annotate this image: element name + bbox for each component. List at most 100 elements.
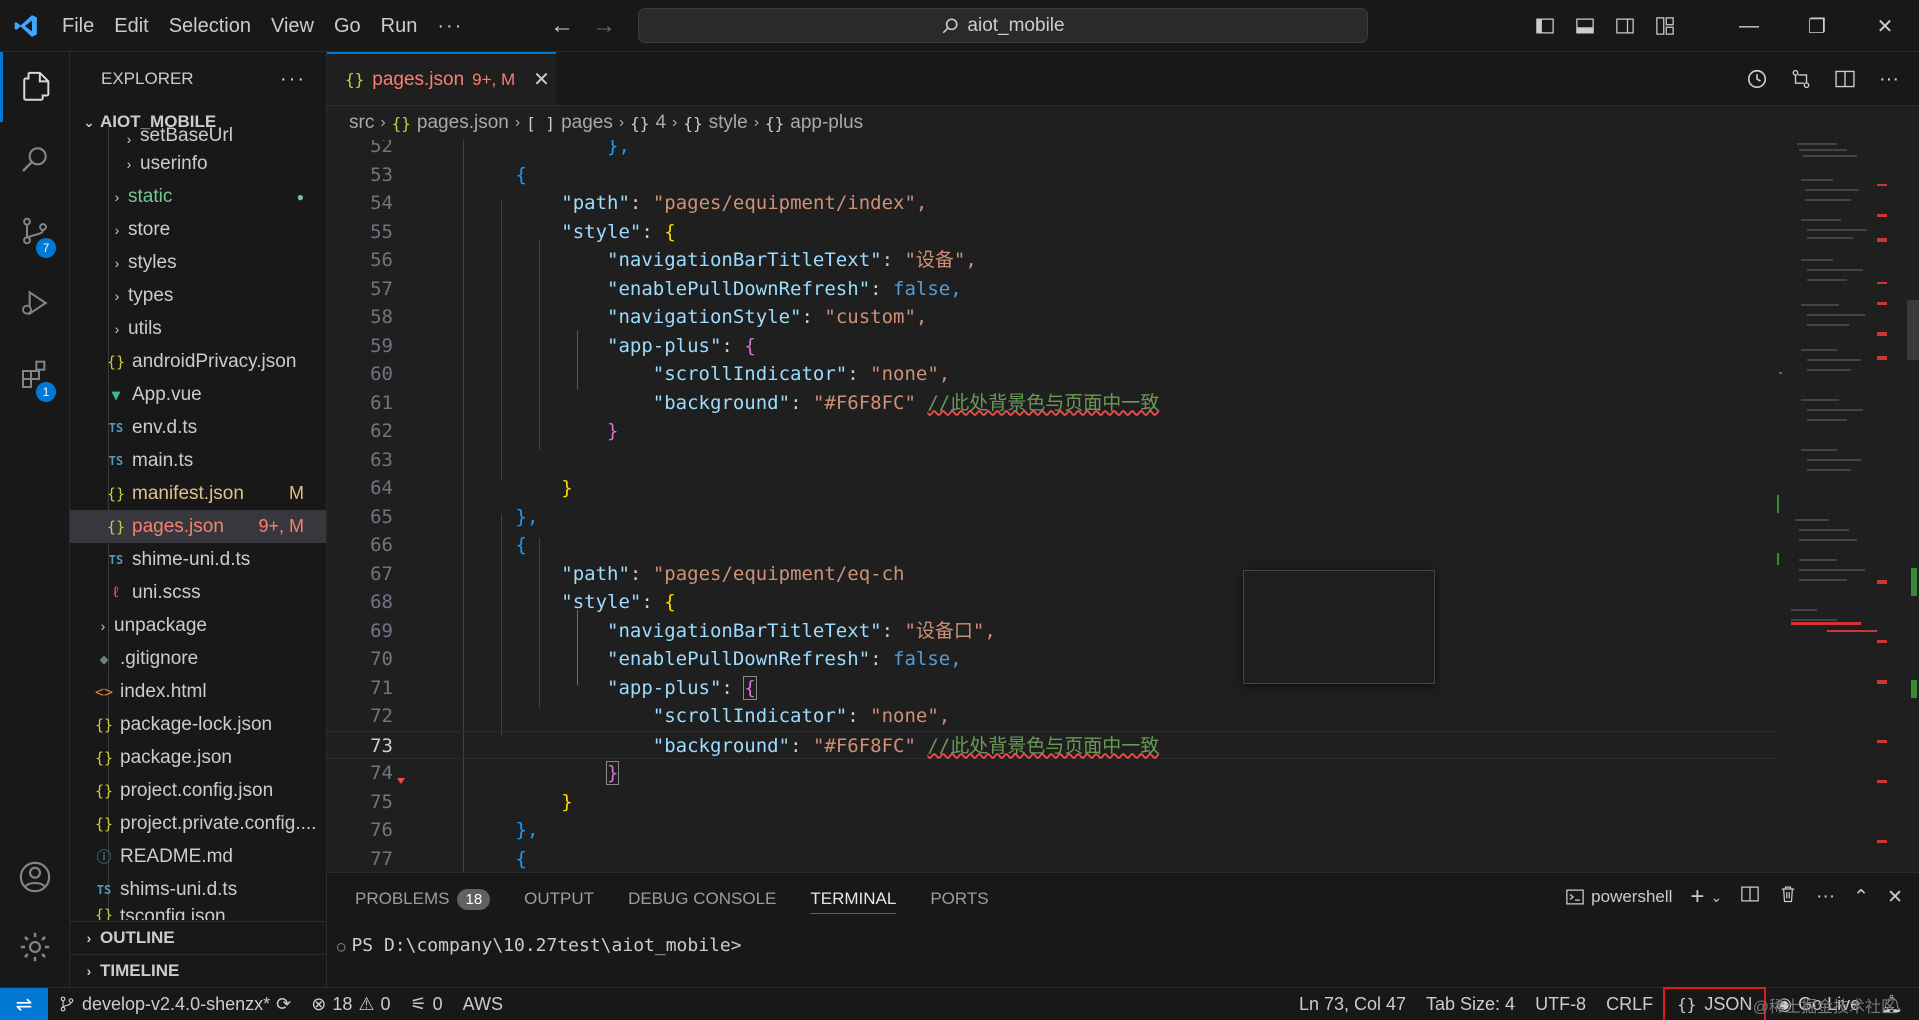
split-terminal-icon[interactable] xyxy=(1740,884,1760,910)
remote-indicator-icon[interactable]: ⇌ xyxy=(0,987,48,1020)
command-center[interactable]: aiot_mobile xyxy=(638,8,1368,43)
menu-more[interactable]: ··· xyxy=(427,8,473,44)
terminal-shell-selector[interactable]: powershell xyxy=(1565,887,1672,907)
tree-item-static[interactable]: › static ● xyxy=(70,180,326,213)
file-encoding[interactable]: UTF-8 xyxy=(1525,994,1596,1015)
tree-item-app-vue[interactable]: ▼ App.vue xyxy=(70,378,326,411)
sync-icon[interactable]: ⟳ xyxy=(276,994,291,1015)
more-actions-icon[interactable]: ··· xyxy=(1816,886,1835,908)
tree-item-main-ts[interactable]: TS main.ts xyxy=(70,444,326,477)
aws-status[interactable]: AWS xyxy=(453,994,513,1015)
ports-status[interactable]: ⚟ 0 xyxy=(401,994,453,1015)
breadcrumb-index[interactable]: 4 xyxy=(655,112,666,134)
more-actions-icon[interactable]: ··· xyxy=(1869,59,1909,99)
tree-item-userinfo[interactable]: › userinfo xyxy=(70,147,326,180)
new-terminal-icon[interactable]: + xyxy=(1690,883,1704,911)
tree-item-gitignore[interactable]: ◆ .gitignore xyxy=(70,642,326,675)
menu-run[interactable]: Run xyxy=(371,8,428,44)
toggle-secondary-sidebar-icon[interactable] xyxy=(1605,6,1645,46)
kill-terminal-trash-icon[interactable] xyxy=(1778,884,1798,910)
outline-label: OUTLINE xyxy=(100,928,175,947)
tab-terminal[interactable]: TERMINAL xyxy=(810,889,897,914)
tree-item-project-private[interactable]: {} project.private.config.... xyxy=(70,807,326,840)
tab-debug-console[interactable]: DEBUG CONSOLE xyxy=(628,889,776,909)
extensions-icon[interactable]: 1 xyxy=(0,340,70,410)
minimap[interactable] xyxy=(1777,140,1887,872)
tree-item-readme[interactable]: ⓘ README.md xyxy=(70,840,326,873)
accounts-icon[interactable] xyxy=(0,842,70,912)
terminal-output[interactable]: ○ PS D:\company\10.27test\aiot_mobile> xyxy=(337,935,742,956)
breadcrumb-style[interactable]: style xyxy=(709,112,748,134)
code-editor[interactable]: 52 }, 53 { 54 "path": "pages/equipment/i… xyxy=(327,140,1777,872)
source-control-icon[interactable]: 7 xyxy=(0,196,70,266)
tree-item-styles[interactable]: › styles xyxy=(70,246,326,279)
tab-ports[interactable]: PORTS xyxy=(930,889,988,909)
tab-size[interactable]: Tab Size: 4 xyxy=(1416,994,1525,1015)
tree-item-utils[interactable]: › utils xyxy=(70,312,326,345)
problems-count-badge: 18 xyxy=(457,888,491,910)
tree-item-shime-uni[interactable]: TS shime-uni.d.ts xyxy=(70,543,326,576)
tree-item-setbaseurl[interactable]: › setBaseUrl xyxy=(70,126,326,147)
scrollbar-thumb[interactable] xyxy=(1907,300,1919,360)
run-debug-icon[interactable] xyxy=(0,268,70,338)
minimize-icon[interactable]: — xyxy=(1715,0,1783,52)
branch-icon xyxy=(60,996,74,1012)
close-window-icon[interactable]: ✕ xyxy=(1851,0,1919,52)
language-mode[interactable]: {} JSON xyxy=(1663,986,1767,1020)
split-editor-icon[interactable] xyxy=(1825,59,1865,99)
menu-view[interactable]: View xyxy=(261,8,324,44)
tree-item-project-config[interactable]: {} project.config.json xyxy=(70,774,326,807)
git-branch[interactable]: develop-v2.4.0-shenzx* ⟳ xyxy=(48,994,301,1015)
problems-status[interactable]: ⊗ 18 ⚠ 0 xyxy=(301,994,400,1015)
tab-output[interactable]: OUTPUT xyxy=(524,889,594,909)
go-live-button[interactable]: ◉ Go Live @稀土掘金技术社区 xyxy=(1753,994,1897,1016)
back-arrow-icon[interactable]: ← xyxy=(550,12,574,40)
tab-pages-json[interactable]: {} pages.json 9+, M ✕ xyxy=(327,52,556,105)
explorer-more-actions[interactable]: ··· xyxy=(280,68,306,91)
breadcrumb-src[interactable]: src xyxy=(349,112,374,134)
tree-item-shims-uni[interactable]: TS shims-uni.d.ts xyxy=(70,873,326,906)
menu-selection[interactable]: Selection xyxy=(159,8,261,44)
tree-item-store[interactable]: › store xyxy=(70,213,326,246)
forward-arrow-icon[interactable]: → xyxy=(592,12,616,40)
open-changes-icon[interactable] xyxy=(1781,59,1821,99)
manage-gear-icon[interactable] xyxy=(0,912,70,982)
toggle-primary-sidebar-icon[interactable] xyxy=(1525,6,1565,46)
end-of-line[interactable]: CRLF xyxy=(1596,994,1663,1015)
tab-problems[interactable]: PROBLEMS 18 xyxy=(355,888,491,910)
timeline-section[interactable]: › TIMELINE xyxy=(70,954,326,987)
cursor-position[interactable]: Ln 73, Col 47 xyxy=(1289,994,1416,1015)
tree-item-manifest[interactable]: {} manifest.json M xyxy=(70,477,326,510)
timeline-history-icon[interactable] xyxy=(1737,59,1777,99)
tree-item-label: project.config.json xyxy=(120,779,274,801)
tree-item-package-json[interactable]: {} package.json xyxy=(70,741,326,774)
tree-item-androidprivacy[interactable]: {} androidPrivacy.json xyxy=(70,345,326,378)
menu-go[interactable]: Go xyxy=(324,8,371,44)
customize-layout-icon[interactable] xyxy=(1645,6,1685,46)
outline-section[interactable]: › OUTLINE xyxy=(70,921,326,954)
menu-edit[interactable]: Edit xyxy=(104,8,158,44)
close-tab-icon[interactable]: ✕ xyxy=(533,67,550,92)
breadcrumb-file[interactable]: pages.json xyxy=(417,112,509,134)
tree-item-tsconfig[interactable]: {} tsconfig.json xyxy=(70,906,326,920)
json-file-icon: {} xyxy=(94,781,114,800)
tree-item-unpackage[interactable]: › unpackage xyxy=(70,609,326,642)
tree-item-uni-scss[interactable]: ℓ uni.scss xyxy=(70,576,326,609)
maximize-panel-icon[interactable]: ⌃ xyxy=(1853,886,1869,909)
editor-scrollbar[interactable] xyxy=(1897,140,1919,872)
code-line: 70 "enablePullDownRefresh": false, xyxy=(370,648,962,670)
tree-item-index-html[interactable]: <> index.html xyxy=(70,675,326,708)
breadcrumb-pages[interactable]: pages xyxy=(561,112,613,134)
chevron-down-icon[interactable]: ⌄ xyxy=(1710,889,1722,906)
breadcrumb-app-plus[interactable]: app-plus xyxy=(790,112,863,134)
tree-item-package-lock[interactable]: {} package-lock.json xyxy=(70,708,326,741)
toggle-panel-icon[interactable] xyxy=(1565,6,1605,46)
tree-item-pages-json[interactable]: {} pages.json 9+, M xyxy=(70,510,326,543)
explorer-icon[interactable] xyxy=(0,52,70,122)
close-panel-icon[interactable]: ✕ xyxy=(1887,886,1903,909)
tree-item-types[interactable]: › types xyxy=(70,279,326,312)
tree-item-env-d-ts[interactable]: TS env.d.ts xyxy=(70,411,326,444)
menu-file[interactable]: File xyxy=(52,8,104,44)
restore-icon[interactable]: ❐ xyxy=(1783,0,1851,52)
search-view-icon[interactable] xyxy=(0,124,70,194)
